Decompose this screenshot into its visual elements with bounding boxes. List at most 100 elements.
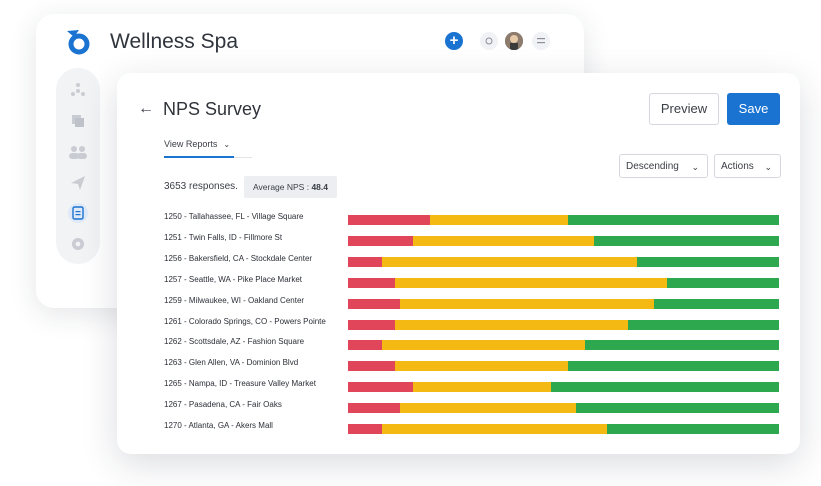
location-label: 1250 - Tallahassee, FL - Village Square [164, 212, 304, 221]
list-item[interactable]: 1263 - Glen Allen, VA - Dominion Blvd [164, 358, 784, 379]
promoter-segment [628, 319, 779, 330]
promoter-segment [606, 424, 779, 434]
back-arrow-icon[interactable]: ← [138, 100, 154, 118]
plus-icon[interactable]: + [445, 32, 463, 50]
nps-survey-panel: ← NPS Survey Preview Save View Reports ⌄ … [117, 73, 800, 454]
detractor-segment [348, 361, 396, 372]
list-item[interactable]: 1250 - Tallahassee, FL - Village Square [164, 212, 784, 233]
tab-view-reports[interactable]: View Reports ⌄ [164, 139, 230, 149]
detractor-segment [348, 298, 400, 309]
detractor-segment [348, 215, 430, 225]
detractor-segment [348, 403, 400, 414]
passive-segment [412, 235, 594, 246]
average-nps-badge: Average NPS : 48.4 [244, 176, 337, 198]
detractor-segment [348, 424, 383, 434]
detractor-segment [348, 256, 383, 267]
passive-segment [429, 215, 568, 225]
preview-button[interactable]: Preview [649, 93, 719, 125]
location-label: 1256 - Bakersfield, CA - Stockdale Cente… [164, 253, 313, 263]
nps-distribution-bar [348, 340, 779, 351]
nps-distribution-bar [348, 277, 779, 288]
document-icon[interactable] [68, 203, 88, 223]
list-item[interactable]: 1251 - Twin Falls, ID - Fillmore St [164, 233, 784, 254]
list-item[interactable]: 1261 - Colorado Springs, CO - Powers Poi… [164, 317, 784, 338]
list-item[interactable]: 1262 - Scottsdale, AZ - Fashion Square [164, 337, 784, 358]
passive-segment [395, 361, 568, 372]
list-item[interactable]: 1267 - Pasadena, CA - Fair Oaks [164, 400, 784, 421]
location-label: 1265 - Nampa, ID - Treasure Valley Marke… [164, 379, 316, 389]
gear-icon[interactable] [68, 234, 88, 254]
sort-dropdown-value: Descending [626, 161, 679, 172]
detractor-segment [348, 235, 413, 246]
actions-dropdown[interactable]: Actions ⌄ [714, 154, 781, 178]
promoter-segment [585, 340, 779, 351]
list-item[interactable]: 1270 - Atlanta, GA - Akers Mall [164, 421, 784, 442]
list-item[interactable]: 1256 - Bakersfield, CA - Stockdale Cente… [164, 254, 784, 275]
nps-distribution-bar [348, 256, 779, 267]
average-nps-value: 48.4 [311, 182, 328, 192]
promoter-segment [550, 382, 779, 393]
location-label: 1259 - Milwaukee, WI - Oakland Center [164, 295, 305, 305]
detractor-segment [348, 319, 396, 330]
location-label: 1257 - Seattle, WA - Pike Place Market [164, 274, 302, 284]
copy-icon[interactable] [68, 111, 88, 131]
location-label: 1263 - Glen Allen, VA - Dominion Blvd [164, 358, 299, 368]
promoter-segment [567, 215, 779, 225]
responses-count: 3653 responses. [164, 181, 238, 192]
menu-icon[interactable] [532, 32, 550, 50]
promoter-segment [636, 256, 779, 267]
passive-segment [395, 319, 629, 330]
sort-dropdown[interactable]: Descending ⌄ [619, 154, 708, 178]
detractor-segment [348, 340, 383, 351]
app-title: Wellness Spa [110, 30, 239, 53]
users-icon[interactable] [68, 142, 88, 162]
list-item[interactable]: 1257 - Seattle, WA - Pike Place Market [164, 275, 784, 296]
promoter-segment [576, 403, 779, 414]
list-item[interactable]: 1259 - Milwaukee, WI - Oakland Center [164, 296, 784, 317]
promoter-segment [654, 298, 779, 309]
passive-segment [399, 298, 654, 309]
nps-distribution-bar [348, 382, 779, 393]
tab-divider [234, 157, 252, 158]
active-tab-indicator [164, 156, 234, 158]
location-label: 1251 - Twin Falls, ID - Fillmore St [164, 232, 283, 242]
chevron-down-icon: ⌄ [764, 162, 772, 172]
nps-distribution-bar [348, 298, 779, 309]
help-icon[interactable] [480, 32, 498, 50]
passive-segment [382, 340, 586, 351]
save-button[interactable]: Save [727, 93, 780, 125]
app-logo[interactable] [64, 27, 92, 55]
promoter-segment [567, 361, 779, 372]
passive-segment [412, 382, 551, 393]
location-label: 1267 - Pasadena, CA - Fair Oaks [164, 400, 282, 410]
promoter-segment [593, 235, 779, 246]
avatar[interactable] [505, 32, 523, 50]
passive-segment [399, 403, 577, 414]
passive-segment [395, 277, 667, 288]
detractor-segment [348, 382, 413, 393]
send-icon[interactable] [68, 173, 88, 193]
topbar-icons: + [445, 32, 550, 50]
passive-segment [382, 256, 637, 267]
actions-dropdown-label: Actions [721, 161, 754, 172]
chevron-down-icon: ⌄ [691, 162, 699, 172]
promoter-segment [666, 277, 779, 288]
nps-distribution-bar [348, 403, 779, 414]
nps-distribution-bar [348, 235, 779, 246]
chevron-down-icon: ⌄ [223, 140, 231, 149]
nps-distribution-bar [348, 424, 779, 434]
nps-distribution-bar [348, 361, 779, 372]
page-title: NPS Survey [163, 99, 262, 119]
location-label: 1270 - Atlanta, GA - Akers Mall [164, 421, 273, 430]
location-label: 1261 - Colorado Springs, CO - Powers Poi… [164, 316, 326, 326]
network-icon[interactable] [68, 80, 88, 100]
detractor-segment [348, 277, 396, 288]
passive-segment [382, 424, 607, 434]
nps-distribution-bar [348, 215, 779, 225]
nps-distribution-bar [348, 319, 779, 330]
location-label: 1262 - Scottsdale, AZ - Fashion Square [164, 337, 305, 347]
sidebar [56, 68, 100, 264]
tab-view-reports-label: View Reports [164, 139, 218, 149]
list-item[interactable]: 1265 - Nampa, ID - Treasure Valley Marke… [164, 379, 784, 400]
average-nps-label: Average NPS : [253, 182, 310, 192]
